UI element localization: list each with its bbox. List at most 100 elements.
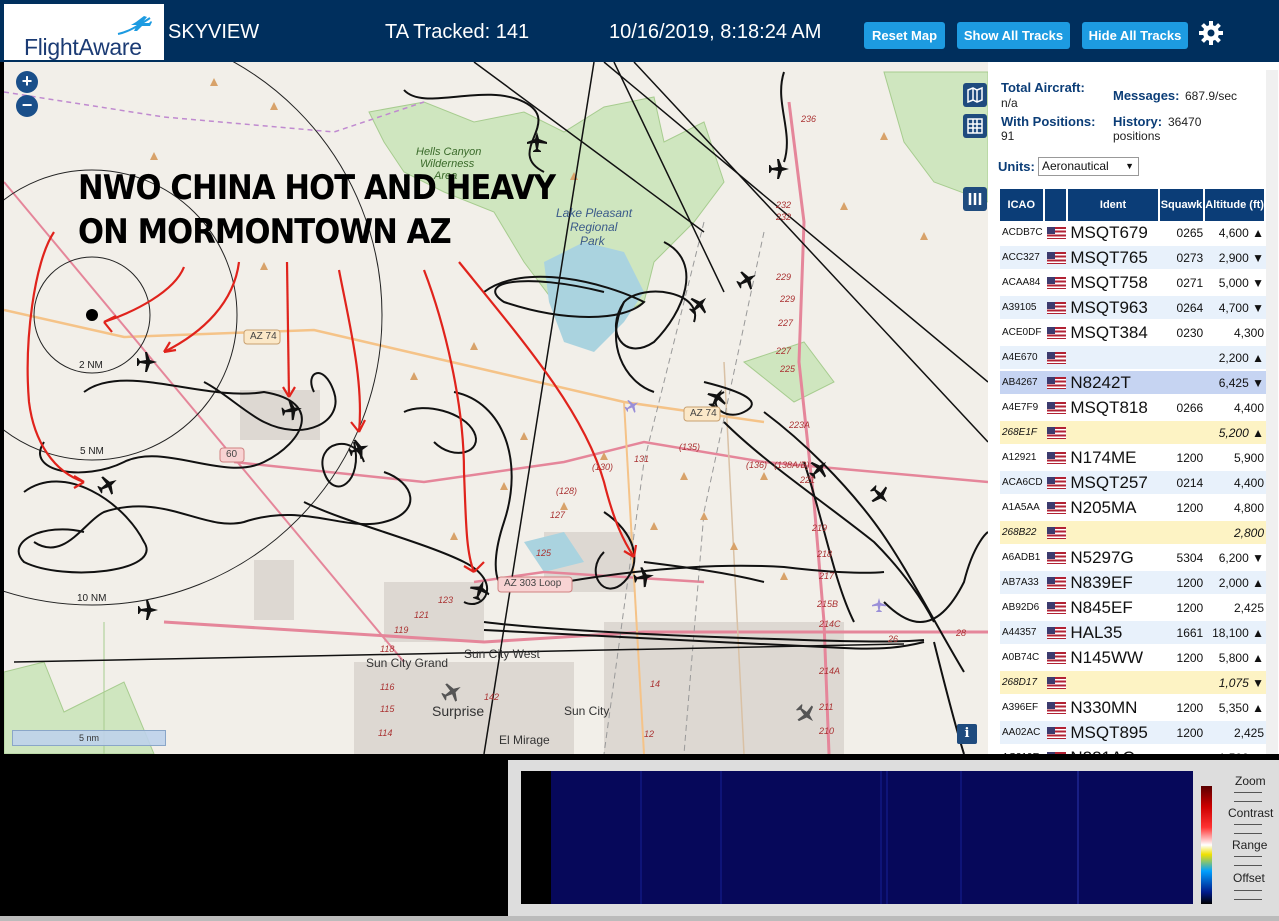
grid-toggle-button[interactable] bbox=[963, 114, 987, 138]
ident-cell: MSQT384 bbox=[1068, 321, 1160, 346]
zoom-in-button[interactable]: + bbox=[16, 71, 38, 93]
waterfall-left-margin bbox=[521, 771, 551, 904]
icao-cell: AA02AC bbox=[1000, 721, 1045, 746]
us-flag-icon bbox=[1046, 626, 1066, 639]
city-label: Sun City Grand bbox=[366, 656, 449, 670]
messages-label: Messages: bbox=[1113, 88, 1180, 103]
table-row[interactable]: ACC327 MSQT765 0273 2,900 ▼ bbox=[1000, 246, 1266, 271]
positions-value: 91 bbox=[1001, 129, 1015, 143]
contrast-slider[interactable] bbox=[1234, 824, 1262, 834]
map-view[interactable]: Hells Canyon Wilderness Area Lake Pleasa… bbox=[4, 62, 988, 754]
altitude-cell: 4,400 bbox=[1205, 396, 1266, 421]
table-row[interactable]: ACE0DF MSQT384 0230 4,300 bbox=[1000, 321, 1266, 346]
map-layers-button[interactable] bbox=[963, 83, 987, 107]
altitude-cell: 5,800 ▲ bbox=[1205, 646, 1266, 671]
gear-icon[interactable] bbox=[1198, 20, 1224, 46]
column-header-icao[interactable]: ICAO bbox=[1000, 189, 1045, 221]
squawk-cell: 0271 bbox=[1159, 271, 1206, 296]
table-row[interactable]: AB92D6 N845EF 1200 2,425 bbox=[1000, 596, 1266, 621]
icao-cell: A4E7F9 bbox=[1000, 396, 1045, 421]
table-row[interactable]: A44357 HAL35 1661 18,100 ▲ bbox=[1000, 621, 1266, 646]
panel-scrollbar[interactable] bbox=[1266, 70, 1278, 754]
zoom-out-button[interactable]: − bbox=[16, 95, 38, 117]
icao-cell: 268B22 bbox=[1000, 521, 1045, 546]
exit-label: 26 bbox=[888, 634, 899, 644]
exit-label: 236 bbox=[801, 114, 817, 124]
hide-all-tracks-button[interactable]: Hide All Tracks bbox=[1082, 22, 1188, 49]
altitude-cell: 2,425 bbox=[1205, 596, 1266, 621]
receiver-marker bbox=[86, 309, 98, 321]
us-flag-icon bbox=[1046, 451, 1066, 464]
column-header-ident[interactable]: Ident bbox=[1068, 189, 1160, 221]
table-row[interactable]: 268B22 2,800 bbox=[1000, 521, 1266, 546]
us-flag-icon bbox=[1046, 276, 1066, 289]
table-row[interactable]: A4E670 2,200 ▲ bbox=[1000, 346, 1266, 371]
table-row[interactable]: ACAA84 MSQT758 0271 5,000 ▼ bbox=[1000, 271, 1266, 296]
exit-label: 131 bbox=[634, 454, 650, 464]
table-row[interactable]: A39105 MSQT963 0264 4,700 ▼ bbox=[1000, 296, 1266, 321]
flag-cell bbox=[1044, 596, 1069, 621]
units-select[interactable]: Aeronautical ▼ bbox=[1038, 157, 1139, 176]
column-toggle-button[interactable] bbox=[963, 187, 987, 211]
table-row[interactable]: A4E7F9 MSQT818 0266 4,400 bbox=[1000, 396, 1266, 421]
table-row[interactable]: 268D17 1,075 ▼ bbox=[1000, 671, 1266, 696]
flightaware-logo[interactable]: FlightAware bbox=[4, 4, 164, 60]
altitude-cell: 1,500 ▲ bbox=[1205, 746, 1266, 755]
info-button[interactable]: i bbox=[957, 724, 977, 744]
exit-label: 127 bbox=[550, 510, 566, 520]
exit-label: 121 bbox=[414, 610, 430, 620]
flag-cell bbox=[1044, 371, 1069, 396]
column-header-flag[interactable] bbox=[1044, 189, 1069, 221]
us-flag-icon bbox=[1046, 676, 1066, 689]
table-row[interactable]: A12921 N174ME 1200 5,900 bbox=[1000, 446, 1266, 471]
flag-cell bbox=[1044, 321, 1069, 346]
table-row[interactable]: AB7A33 N839EF 1200 2,000 ▲ bbox=[1000, 571, 1266, 596]
exit-label: 118 bbox=[380, 644, 395, 654]
map-label: Park bbox=[580, 234, 605, 248]
table-row[interactable]: A396EF N330MN 1200 5,350 ▲ bbox=[1000, 696, 1266, 721]
altitude-cell: 5,200 ▲ bbox=[1205, 421, 1266, 446]
squawk-cell: 0264 bbox=[1159, 296, 1206, 321]
table-row[interactable]: AC219E N881AC 1,500 ▲ bbox=[1000, 746, 1266, 754]
table-row[interactable]: ACDB7C MSQT679 0265 4,600 ▲ bbox=[1000, 221, 1266, 246]
column-header-squawk[interactable]: Squawk bbox=[1159, 189, 1206, 221]
column-header-altitude[interactable]: Altitude (ft) bbox=[1205, 189, 1266, 221]
ident-cell: MSQT758 bbox=[1068, 271, 1160, 296]
us-flag-icon bbox=[1046, 351, 1066, 364]
exit-label: 210 bbox=[819, 726, 835, 736]
us-flag-icon bbox=[1046, 651, 1066, 664]
squawk-cell: 1200 bbox=[1159, 721, 1206, 746]
table-row[interactable]: ACA6CD MSQT257 0214 4,400 bbox=[1000, 471, 1266, 496]
total-aircraft-value: n/a bbox=[1001, 96, 1018, 110]
icao-cell: A396EF bbox=[1000, 696, 1045, 721]
table-row[interactable]: A0B74C N145WW 1200 5,800 ▲ bbox=[1000, 646, 1266, 671]
squawk-cell: 1200 bbox=[1159, 646, 1206, 671]
offset-slider[interactable] bbox=[1234, 890, 1262, 900]
exit-label: 214C bbox=[819, 619, 841, 629]
table-row[interactable]: 268E1F 5,200 ▲ bbox=[1000, 421, 1266, 446]
show-all-tracks-button[interactable]: Show All Tracks bbox=[957, 22, 1070, 49]
zoom-slider[interactable] bbox=[1234, 792, 1262, 802]
table-row[interactable]: A6ADB1 N5297G 5304 6,200 ▼ bbox=[1000, 546, 1266, 571]
table-row[interactable]: AA02AC MSQT895 1200 2,425 bbox=[1000, 721, 1266, 746]
table-row[interactable]: A1A5AA N205MA 1200 4,800 bbox=[1000, 496, 1266, 521]
waterfall-display[interactable] bbox=[521, 771, 1193, 904]
ident-cell: N839EF bbox=[1068, 571, 1160, 596]
exit-label: 225 bbox=[780, 364, 796, 374]
icao-cell: A44357 bbox=[1000, 621, 1045, 646]
squawk-cell bbox=[1159, 421, 1206, 446]
aircraft-table: ICAO Ident Squawk Altitude (ft) ACDB7C MS… bbox=[1000, 189, 1266, 754]
reset-map-button[interactable]: Reset Map bbox=[864, 22, 945, 49]
range-slider[interactable] bbox=[1234, 856, 1262, 866]
table-row[interactable]: AB4267 N8242T 6,425 ▼ bbox=[1000, 371, 1266, 396]
exit-label: 119 bbox=[394, 625, 409, 635]
city-label: Sun City West bbox=[464, 647, 540, 661]
datetime: 10/16/2019, 8:18:24 AM bbox=[609, 21, 822, 43]
total-aircraft-label: Total Aircraft: bbox=[1001, 80, 1085, 95]
exit-label: 227 bbox=[776, 346, 792, 356]
flag-cell bbox=[1044, 721, 1069, 746]
icao-cell: A1A5AA bbox=[1000, 496, 1045, 521]
squawk-cell: 1661 bbox=[1159, 621, 1206, 646]
icao-cell: ACAA84 bbox=[1000, 271, 1045, 296]
ident-cell: N174ME bbox=[1068, 446, 1160, 471]
